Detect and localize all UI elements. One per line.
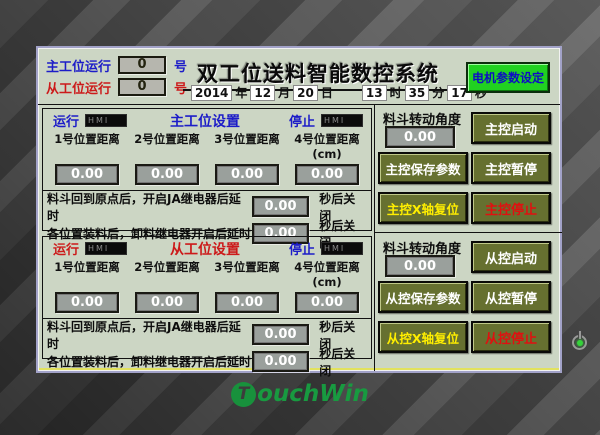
main-station-run-row: 主工位运行 0 号	[46, 54, 187, 76]
sub-station-run-row: 从工位运行 0 号	[46, 76, 187, 98]
main-delay1-label: 料斗回到原点后，开启JA继电器后延时	[47, 190, 252, 224]
date-month: 12	[250, 85, 275, 101]
main-pos4-label: 4号位置距离(cm)	[287, 131, 367, 161]
sub-pos1-label: 1号位置距离	[47, 259, 127, 289]
main-station-run-label: 主工位运行	[46, 56, 118, 75]
sub-panel-header: 运行 HMI 从工位设置 停止 HMI	[47, 240, 367, 257]
main-angle-value[interactable]: 0.00	[385, 126, 455, 148]
date-month-unit: 月	[278, 84, 290, 101]
sub-control-group: 料斗转动角度 0.00 从控启动 从控保存参数 从控暂停 从控X轴复位 从控停止	[375, 234, 562, 361]
sub-delay2-value[interactable]: 0.00	[252, 351, 310, 372]
sub-save-params-button[interactable]: 从控保存参数	[378, 281, 468, 313]
main-position-values: 0.00 0.00 0.00 0.00	[47, 164, 367, 185]
time-hour: 13	[362, 85, 387, 101]
station-run-counters: 主工位运行 0 号 从工位运行 0 号	[46, 54, 187, 98]
sub-run-label: 运行	[53, 239, 79, 258]
touchwin-logo-text: ouchWin	[257, 381, 369, 407]
sub-pos4-value[interactable]: 0.00	[295, 292, 359, 313]
main-panel-title: 主工位设置	[127, 111, 283, 131]
sub-pos3-value[interactable]: 0.00	[215, 292, 279, 313]
touchwin-logo-icon: T	[231, 382, 256, 407]
main-station-panel: 运行 HMI 主工位设置 停止 HMI 1号位置距离 2号位置距离 3号位置距离…	[42, 108, 372, 231]
main-start-button[interactable]: 主控启动	[471, 112, 551, 144]
main-pos1-value[interactable]: 0.00	[55, 164, 119, 185]
sub-pos2-label: 2号位置距离	[127, 259, 207, 289]
time-hour-unit: 时	[390, 84, 402, 101]
main-stop-label: 停止	[289, 111, 315, 130]
sub-stop-indicator: HMI	[321, 242, 363, 255]
power-icon[interactable]	[570, 330, 590, 352]
sub-delay1-label: 料斗回到原点后，开启JA继电器后延时	[47, 318, 252, 352]
power-led	[577, 340, 583, 346]
sub-stop-label: 停止	[289, 239, 315, 258]
sub-pos4-label: 4号位置距离(cm)	[287, 259, 367, 289]
date-year-unit: 年	[235, 84, 247, 101]
sub-delay2-label: 各位置装料后，卸料继电器开启后延时	[47, 353, 252, 370]
main-delay1-value[interactable]: 0.00	[252, 196, 310, 217]
main-save-params-button[interactable]: 主控保存参数	[378, 152, 468, 184]
main-panel-header: 运行 HMI 主工位设置 停止 HMI	[47, 112, 367, 129]
datetime-display: 2014 年 12 月 20 日 13 时 35 分 17 秒	[188, 84, 487, 101]
main-stop-button[interactable]: 主控停止	[471, 192, 551, 224]
sub-angle-value[interactable]: 0.00	[385, 255, 455, 277]
main-control-group: 料斗转动角度 0.00 主控启动 主控保存参数 主控暂停 主控X轴复位 主控停止	[375, 105, 562, 232]
time-minute-unit: 分	[432, 84, 444, 101]
main-stop-indicator: HMI	[321, 114, 363, 127]
sub-stop-button[interactable]: 从控停止	[471, 321, 551, 353]
main-pos1-label: 1号位置距离	[47, 131, 127, 161]
sub-xaxis-reset-button[interactable]: 从控X轴复位	[378, 321, 468, 353]
sub-pause-button[interactable]: 从控暂停	[471, 281, 551, 313]
main-pos3-value[interactable]: 0.00	[215, 164, 279, 185]
sub-pos1-value[interactable]: 0.00	[55, 292, 119, 313]
date-day-unit: 日	[321, 84, 333, 101]
main-run-indicator: HMI	[85, 114, 127, 127]
sub-start-button[interactable]: 从控启动	[471, 241, 551, 273]
main-pos2-label: 2号位置距离	[127, 131, 207, 161]
main-station-run-value[interactable]: 0	[118, 56, 166, 74]
main-pause-button[interactable]: 主控暂停	[471, 152, 551, 184]
touchwin-logo: T ouchWin	[0, 381, 600, 407]
sub-position-values: 0.00 0.00 0.00 0.00	[47, 292, 367, 313]
sub-station-run-value[interactable]: 0	[118, 78, 166, 96]
sub-station-run-label: 从工位运行	[46, 78, 118, 97]
main-pos4-value[interactable]: 0.00	[295, 164, 359, 185]
sub-delay1-value[interactable]: 0.00	[252, 324, 310, 345]
motor-params-button[interactable]: 电机参数设定	[466, 62, 550, 93]
sub-position-labels: 1号位置距离 2号位置距离 3号位置距离 4号位置距离(cm)	[47, 259, 367, 289]
sub-run-indicator: HMI	[85, 242, 127, 255]
main-run-label: 运行	[53, 111, 79, 130]
sub-station-panel: 运行 HMI 从工位设置 停止 HMI 1号位置距离 2号位置距离 3号位置距离…	[42, 236, 372, 359]
main-pos3-label: 3号位置距离	[207, 131, 287, 161]
sub-panel-title: 从工位设置	[127, 239, 283, 259]
main-position-labels: 1号位置距离 2号位置距离 3号位置距离 4号位置距离(cm)	[47, 131, 367, 161]
sub-delay2-row: 各位置装料后，卸料继电器开启后延时 0.00 秒后关闭	[47, 348, 367, 375]
desktop-background: 主工位运行 0 号 从工位运行 0 号 双工位送料智能数控系统 2014 年 1…	[0, 0, 600, 435]
time-minute: 35	[405, 85, 430, 101]
date-year: 2014	[191, 85, 232, 101]
main-pos2-value[interactable]: 0.00	[135, 164, 199, 185]
sub-pos2-value[interactable]: 0.00	[135, 292, 199, 313]
sub-pos3-label: 3号位置距离	[207, 259, 287, 289]
main-xaxis-reset-button[interactable]: 主控X轴复位	[378, 192, 468, 224]
control-section-divider	[375, 232, 562, 233]
power-bar	[579, 331, 581, 339]
hmi-screen: 主工位运行 0 号 从工位运行 0 号 双工位送料智能数控系统 2014 年 1…	[36, 46, 562, 373]
date-day: 20	[293, 85, 318, 101]
sub-delay2-suffix: 秒后关闭	[319, 345, 367, 379]
